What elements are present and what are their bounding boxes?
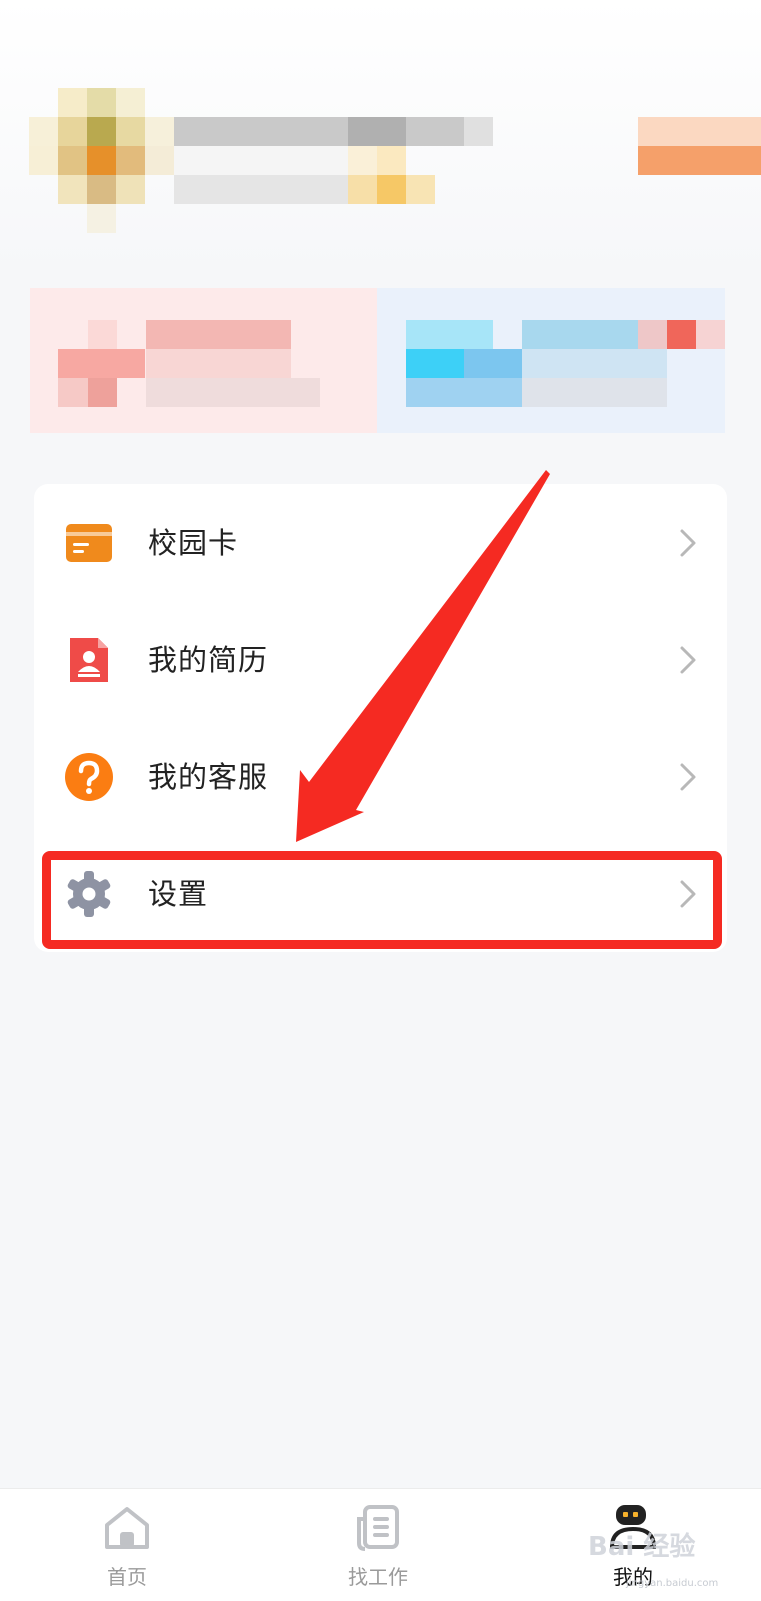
tab-label: 首页 [107, 1565, 147, 1589]
menu-item-campus-card[interactable]: 校园卡 [34, 484, 727, 602]
campus-card-icon [64, 518, 114, 568]
profile-header-pixelated [0, 0, 761, 270]
watermark-logo: Bai 经验 [588, 1532, 696, 1562]
customer-service-icon [64, 752, 114, 802]
job-list-icon [353, 1503, 403, 1553]
watermark-url: jingyan.baidu.com [626, 1578, 719, 1589]
tab-label: 找工作 [348, 1565, 408, 1589]
chevron-right-icon [679, 645, 697, 675]
menu-item-customer-service[interactable]: 我的客服 [34, 718, 727, 836]
chevron-right-icon [679, 762, 697, 792]
home-icon [102, 1503, 152, 1553]
stats-banner-pixelated [30, 268, 740, 468]
menu-item-resume[interactable]: 我的简历 [34, 601, 727, 719]
resume-icon [64, 635, 114, 685]
settings-highlight-box [42, 851, 722, 949]
menu-item-label: 校园卡 [148, 526, 239, 560]
tab-find-job[interactable]: 找工作 [308, 1489, 448, 1601]
chevron-right-icon [679, 528, 697, 558]
menu-item-label: 我的简历 [148, 643, 269, 677]
tab-home[interactable]: 首页 [57, 1489, 197, 1601]
menu-item-label: 我的客服 [148, 760, 269, 794]
